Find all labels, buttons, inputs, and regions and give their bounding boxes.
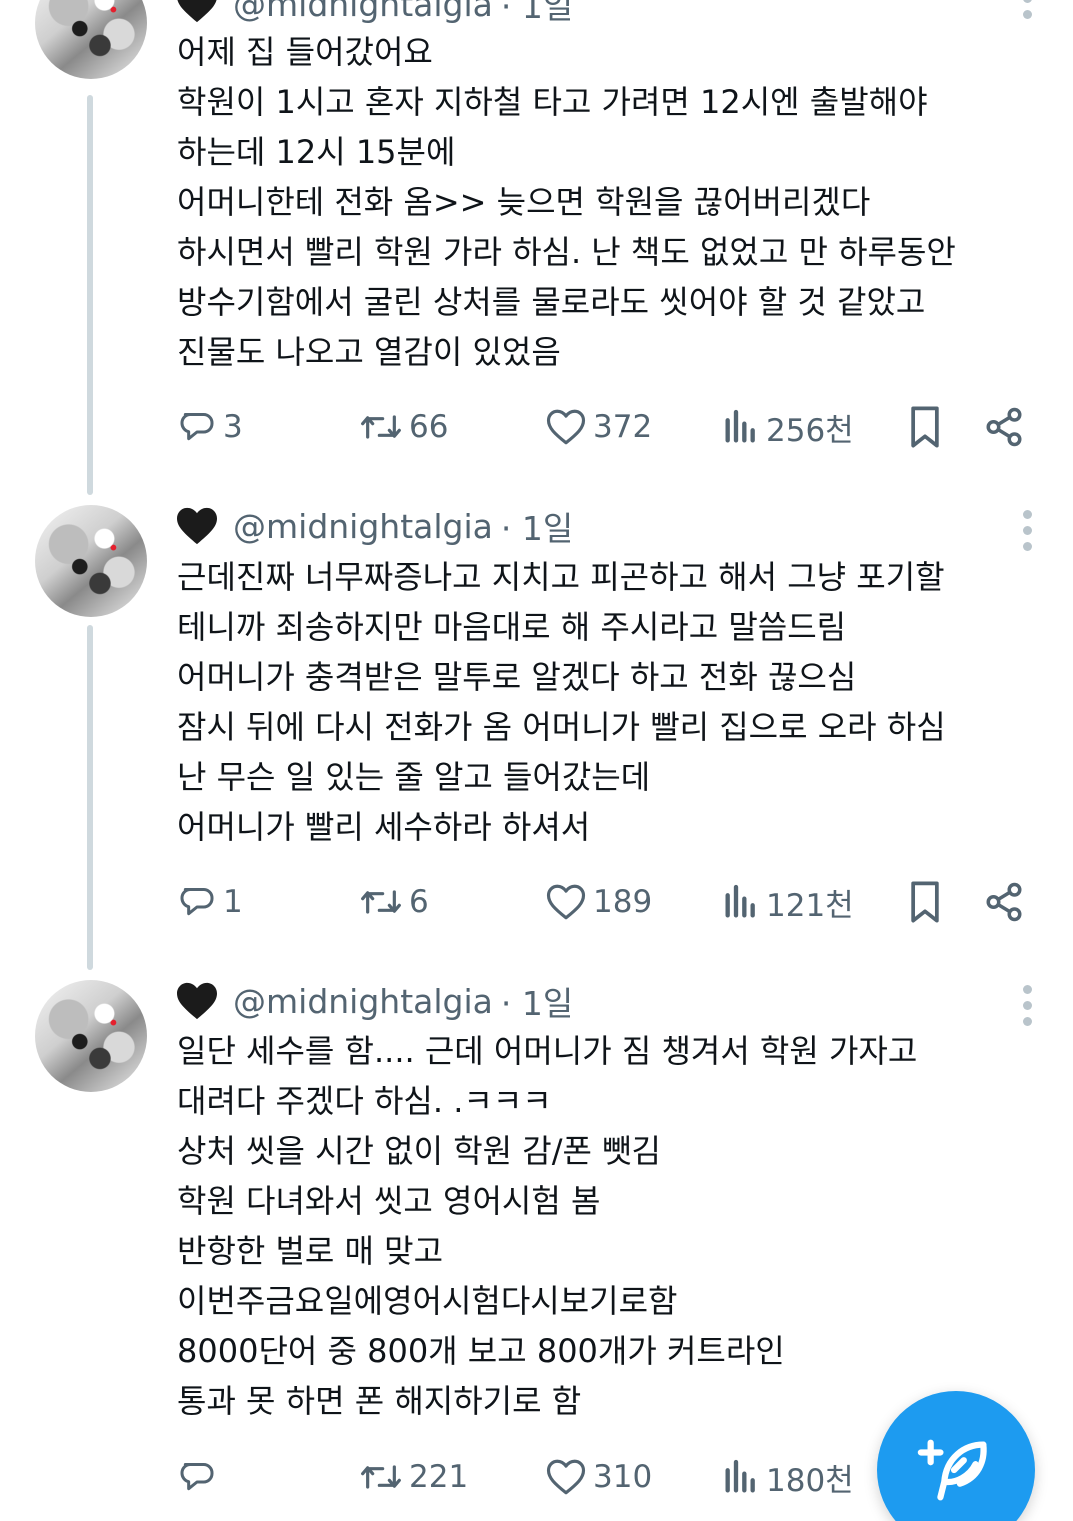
reply-button[interactable]: 3 (177, 403, 243, 451)
black-heart-icon (177, 0, 217, 23)
tweet-text: 근데진짜 너무짜증나고 지치고 피곤하고 해서 그냥 포기할 테니까 죄송하지만… (177, 552, 1037, 852)
tweet-line: 일단 세수를 함.... 근데 어머니가 짐 챙겨서 학원 가자고 (177, 1032, 918, 1070)
bookmark-button[interactable] (906, 403, 944, 451)
reply-icon (180, 888, 214, 916)
retweet-count: 66 (409, 409, 449, 445)
reply-count: 1 (223, 884, 243, 920)
tweet-line: 어머니한테 전화 옴>> 늦으면 학원을 끊어버리겠다 (177, 183, 871, 221)
tweet-line: 근데진짜 너무짜증나고 지치고 피곤하고 해서 그냥 포기할 (177, 558, 945, 596)
tweet-line: 잠시 뒤에 다시 전화가 옴 어머니가 빨리 집으로 오라 하심 (177, 708, 946, 746)
tweet-line: 반항한 벌로 매 맞고 (177, 1232, 444, 1270)
share-icon (986, 882, 1022, 922)
like-button[interactable]: 189 (545, 878, 652, 926)
retweet-button[interactable]: 221 (359, 1453, 468, 1501)
reply-count: 3 (223, 409, 243, 445)
tweet-line: 어제 집 들어갔어요 (177, 33, 433, 71)
avatar[interactable] (35, 0, 147, 79)
author-handle[interactable]: @midnightalgia (233, 507, 493, 546)
tweet-time[interactable]: · 1일 (501, 0, 573, 28)
tweet-time[interactable]: · 1일 (501, 502, 573, 550)
tweet-text: 일단 세수를 함.... 근데 어머니가 짐 챙겨서 학원 가자고 대려다 주겠… (177, 1026, 1037, 1426)
tweet-text: 어제 집 들어갔어요 학원이 1시고 혼자 지하철 타고 가려면 12시엔 출발… (177, 27, 1037, 377)
retweet-icon (361, 415, 401, 439)
bookmark-icon (911, 881, 939, 923)
tweet-header: @midnightalgia · 1일 (175, 503, 573, 549)
black-heart-icon (177, 982, 217, 1020)
retweet-icon (361, 890, 401, 914)
tweet-line: 8000단어 중 800개 보고 800개가 커트라인 (177, 1332, 785, 1370)
like-count: 372 (593, 409, 653, 445)
views-icon (725, 409, 755, 443)
retweet-button[interactable]: 66 (359, 403, 448, 451)
views-count: 121천 (766, 887, 854, 924)
tweet-line: 대려다 주겠다 하심. .ㅋㅋㅋ (177, 1082, 552, 1120)
like-count: 310 (593, 1459, 653, 1495)
share-icon (986, 407, 1022, 447)
views-button[interactable]: 180천 (722, 1453, 854, 1501)
like-button[interactable]: 310 (545, 1453, 652, 1501)
retweet-count: 6 (409, 884, 429, 920)
tweet-line: 상처 씻을 시간 없이 학원 감/폰 뺏김 (177, 1132, 661, 1170)
share-button[interactable] (983, 403, 1025, 451)
views-icon (725, 884, 755, 918)
thread-connector (87, 95, 93, 495)
reply-icon (180, 413, 214, 441)
tweet-line: 어머니가 충격받은 말투로 알겠다 하고 전화 끊으심 (177, 658, 857, 696)
retweet-button[interactable]: 6 (359, 878, 429, 926)
tweet-line: 테니까 죄송하지만 마음대로 해 주시라고 말씀드림 (177, 608, 847, 646)
avatar[interactable] (35, 505, 147, 617)
compose-icon (917, 1439, 987, 1501)
black-heart-icon (177, 507, 217, 545)
like-icon (546, 1459, 586, 1495)
tweet-line: 진물도 나오고 열감이 있었음 (177, 333, 561, 371)
like-icon (546, 409, 586, 445)
tweet-time[interactable]: · 1일 (501, 977, 573, 1025)
more-icon[interactable] (1021, 0, 1033, 19)
tweet-line: 학원 다녀와서 씻고 영어시험 봄 (177, 1182, 601, 1220)
tweet-line: 하는데 12시 15분에 (177, 133, 456, 171)
tweet-line: 방수기함에서 굴린 상처를 물로라도 씻어야 할 것 같았고 (177, 283, 926, 321)
tweet-line: 학원이 1시고 혼자 지하철 타고 가려면 12시엔 출발해야 (177, 83, 928, 121)
bookmark-icon (911, 406, 939, 448)
like-button[interactable]: 372 (545, 403, 652, 451)
action-bar: 1 6 189 121천 (177, 878, 1033, 926)
views-count: 180천 (766, 1462, 854, 1499)
tweet-line: 난 무슨 일 있는 줄 알고 들어갔는데 (177, 758, 651, 796)
tweet-header: @midnightalgia · 1일 (175, 0, 573, 27)
author-handle[interactable]: @midnightalgia (233, 0, 493, 24)
tweet-line: 하시면서 빨리 학원 가라 하심. 난 책도 없었고 만 하루동안 (177, 233, 956, 271)
tweet-header: @midnightalgia · 1일 (175, 978, 573, 1024)
views-button[interactable]: 256천 (722, 403, 854, 451)
thread-view: @midnightalgia · 1일 어제 집 들어갔어요 학원이 1시고 혼… (0, 0, 1073, 1521)
thread-connector (87, 625, 93, 970)
tweet-line: 이번주금요일에영어시험다시보기로함 (177, 1282, 678, 1320)
more-icon[interactable] (1021, 510, 1033, 551)
reply-button[interactable] (177, 1453, 223, 1501)
author-handle[interactable]: @midnightalgia (233, 982, 493, 1021)
tweet-line: 어머니가 빨리 세수하라 하셔서 (177, 808, 591, 846)
like-count: 189 (593, 884, 653, 920)
reply-icon (180, 1463, 214, 1491)
share-button[interactable] (983, 878, 1025, 926)
views-icon (725, 1459, 755, 1493)
retweet-count: 221 (409, 1459, 469, 1495)
retweet-icon (361, 1465, 401, 1489)
views-count: 256천 (766, 412, 854, 449)
action-bar: 3 66 372 256천 (177, 403, 1033, 451)
views-button[interactable]: 121천 (722, 878, 854, 926)
bookmark-button[interactable] (906, 878, 944, 926)
avatar[interactable] (35, 980, 147, 1092)
reply-button[interactable]: 1 (177, 878, 243, 926)
more-icon[interactable] (1021, 985, 1033, 1026)
like-icon (546, 884, 586, 920)
